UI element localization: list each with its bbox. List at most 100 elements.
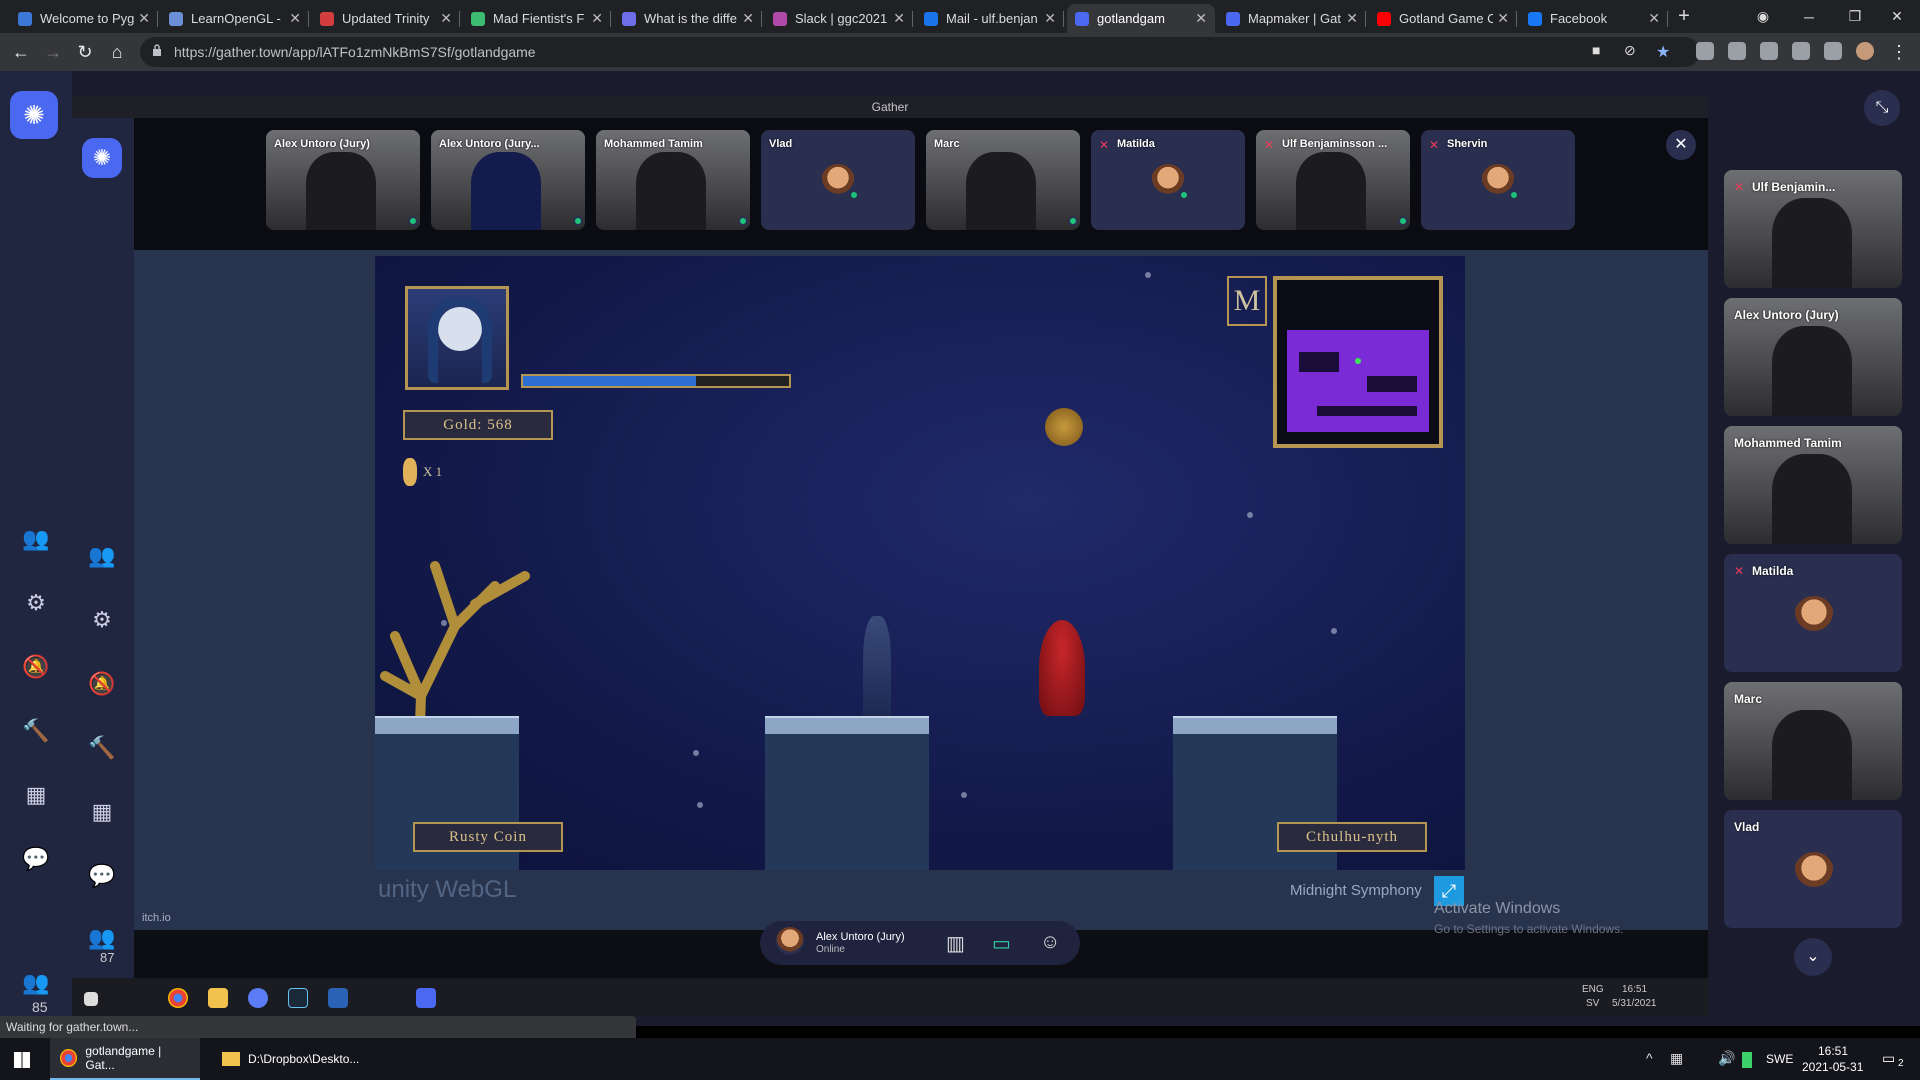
side-participant-tile[interactable]: Marc — [1724, 682, 1902, 800]
stage-participant-tile[interactable]: ✕ Ulf Benjaminsson ... — [1256, 130, 1410, 230]
browser-tab[interactable]: Mad Fientist's F ✕ — [463, 4, 611, 33]
game-canvas[interactable]: Gold: 568 X 1 M Rusty Coin Cthulhu-nyth — [375, 256, 1465, 870]
participant-name: Matilda — [1752, 564, 1794, 578]
close-stage-button[interactable]: ✕ — [1666, 130, 1696, 160]
inner-bell-off-icon: 🔕 — [88, 671, 116, 696]
stage-participant-tile[interactable]: Vlad — [761, 130, 915, 230]
participant-name: Marc — [1734, 692, 1763, 706]
side-participant-tile[interactable]: Alex Untoro (Jury) — [1724, 298, 1902, 416]
stage-participant-tile[interactable]: Alex Untoro (Jury) — [266, 130, 420, 230]
back-icon[interactable]: ← — [10, 41, 32, 63]
online-status-dot — [1509, 190, 1519, 200]
battery-icon[interactable] — [1742, 1052, 1752, 1068]
gear-icon[interactable]: ⚙ — [22, 589, 50, 617]
stage-participant-tile[interactable]: Mohammed Tamim — [596, 130, 750, 230]
clock-date[interactable]: 2021-05-31 — [1802, 1060, 1863, 1074]
new-tab-button[interactable]: + — [1672, 4, 1696, 28]
inner-online-count: 87 — [100, 950, 115, 965]
media-icon[interactable] — [1824, 42, 1842, 60]
side-participant-tile[interactable]: Mohammed Tamim — [1724, 426, 1902, 544]
player-portrait — [405, 286, 509, 390]
chevron-down-icon[interactable]: ⌄ — [1794, 938, 1832, 976]
calendar-icon[interactable]: ▦ — [22, 781, 50, 809]
map-icon[interactable]: ▥ — [946, 931, 965, 956]
tab-favicon-icon — [924, 11, 938, 26]
stage-participant-tile[interactable]: ✕ Shervin — [1421, 130, 1575, 230]
extension-3-icon[interactable] — [1760, 42, 1778, 60]
avatar[interactable] — [1856, 42, 1874, 60]
puzzle-icon[interactable] — [1792, 42, 1810, 60]
tab-close-icon[interactable]: ✕ — [1195, 10, 1207, 27]
tab-close-icon[interactable]: ✕ — [1346, 10, 1358, 27]
people-count-icon[interactable]: 👥 — [22, 969, 50, 997]
tab-close-icon[interactable]: ✕ — [289, 10, 301, 27]
collapse-icon[interactable]: ⤡ — [1864, 90, 1900, 126]
tab-favicon-icon — [169, 11, 183, 26]
menu-icon[interactable]: ⋮ — [1888, 41, 1910, 63]
browser-tab[interactable]: Mail - ulf.benjan ✕ — [916, 4, 1064, 33]
taskbar-explorer-item[interactable]: D:\Dropbox\Deskto... — [212, 1038, 372, 1080]
browser-tab[interactable]: LearnOpenGL - ✕ — [161, 4, 309, 33]
language-indicator[interactable]: SWE — [1766, 1052, 1793, 1066]
hammer-icon[interactable]: 🔨 — [22, 717, 50, 745]
bookmark-star-icon[interactable]: ★ — [1656, 42, 1674, 61]
tab-close-icon[interactable]: ✕ — [742, 10, 754, 27]
browser-tab[interactable]: gotlandgam ✕ — [1067, 4, 1215, 33]
clock-time[interactable]: 16:51 — [1818, 1044, 1848, 1058]
eye-off-icon[interactable]: ⊘ — [1624, 42, 1642, 60]
network-icon[interactable]: ▦ — [1670, 1050, 1683, 1067]
bell-off-icon[interactable]: 🔕 — [22, 653, 50, 681]
video-feed — [471, 152, 541, 230]
stage-participant-tile[interactable]: Alex Untoro (Jury... — [431, 130, 585, 230]
volume-icon[interactable]: 🔊 — [1718, 1050, 1735, 1067]
tab-close-icon[interactable]: ✕ — [893, 10, 905, 27]
browser-tab[interactable]: Welcome to Pyg ✕ — [10, 4, 158, 33]
tab-close-icon[interactable]: ✕ — [1497, 10, 1509, 27]
tab-close-icon[interactable]: ✕ — [440, 10, 452, 27]
screen-share-icon[interactable]: ▭ — [992, 931, 1011, 956]
online-status-dot — [738, 216, 748, 226]
reload-icon[interactable]: ↻ — [74, 41, 96, 63]
side-participant-tile[interactable]: ✕ Ulf Benjamin... — [1724, 170, 1902, 288]
side-participant-tile[interactable]: Vlad — [1724, 810, 1902, 928]
browser-tab[interactable]: What is the diffe ✕ — [614, 4, 762, 33]
emoji-icon[interactable]: ☺ — [1040, 931, 1060, 954]
tab-close-icon[interactable]: ✕ — [591, 10, 603, 27]
inner-time: 16:51 — [1622, 984, 1648, 995]
address-bar[interactable]: https://gather.town/app/lATFo1zmNkBmS7Sf… — [140, 37, 1700, 67]
browser-tab[interactable]: Mapmaker | Gat ✕ — [1218, 4, 1366, 33]
browser-tab[interactable]: Facebook ✕ — [1520, 4, 1668, 33]
share-window-title: Gather — [72, 96, 1708, 118]
close-window-button[interactable]: ✕ — [1874, 0, 1920, 33]
taskbar-chrome-item[interactable]: gotlandgame | Gat... — [50, 1038, 200, 1080]
camera-icon[interactable]: ■ — [1592, 42, 1610, 60]
platform-middle — [765, 716, 929, 870]
windows-start-icon[interactable] — [14, 1052, 30, 1068]
browser-tab[interactable]: Gotland Game C ✕ — [1369, 4, 1517, 33]
gather-logo-icon[interactable]: ✺ — [10, 91, 58, 139]
self-avatar[interactable] — [776, 927, 804, 955]
tab-close-icon[interactable]: ✕ — [1648, 10, 1660, 27]
home-icon[interactable]: ⌂ — [106, 41, 128, 63]
participants-icon[interactable]: 👥 — [22, 525, 50, 553]
tab-close-icon[interactable]: ✕ — [1044, 10, 1056, 27]
tab-close-icon[interactable]: ✕ — [138, 10, 150, 27]
minimap — [1273, 276, 1443, 448]
restore-window-button[interactable]: ❐ — [1832, 0, 1878, 33]
forward-icon[interactable]: → — [42, 41, 64, 63]
stage-participant-tile[interactable]: ✕ Matilda — [1091, 130, 1245, 230]
notification-icon[interactable]: ▭ — [1882, 1050, 1895, 1067]
stage-participant-tile[interactable]: Marc — [926, 130, 1080, 230]
side-participant-tile[interactable]: ✕ Matilda — [1724, 554, 1902, 672]
profile-badge-icon[interactable]: ◉ — [1740, 0, 1786, 33]
chat-icon[interactable]: 💬 — [22, 845, 50, 873]
extension-2-icon[interactable] — [1728, 42, 1746, 60]
tray-up-icon[interactable]: ^ — [1646, 1050, 1653, 1066]
online-status-dot — [408, 216, 418, 226]
participant-name: Vlad — [1734, 820, 1760, 834]
extension-1-icon[interactable] — [1696, 42, 1714, 60]
browser-tab[interactable]: Updated Trinity ✕ — [312, 4, 460, 33]
minimize-window-button[interactable]: ─ — [1786, 0, 1832, 33]
browser-tab[interactable]: Slack | ggc2021 ✕ — [765, 4, 913, 33]
tab-favicon-icon — [320, 11, 334, 26]
